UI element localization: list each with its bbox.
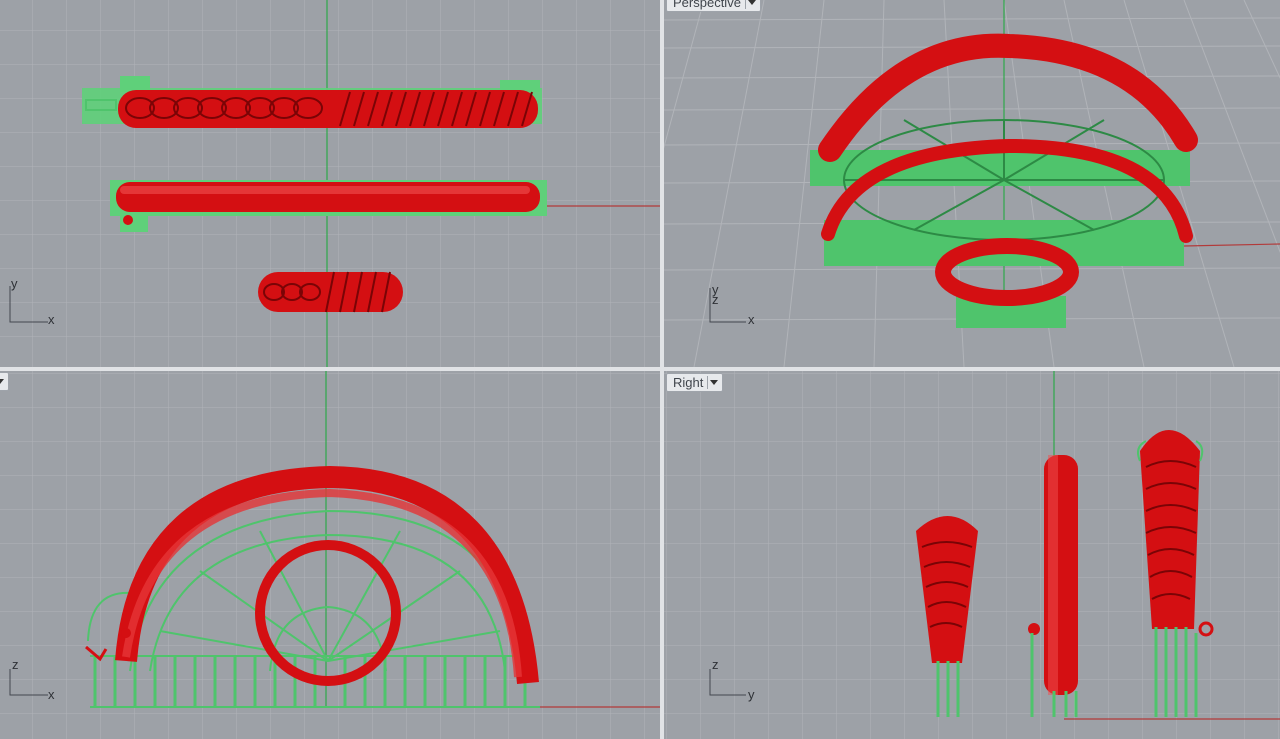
rhino-app-window: y x Perspective y z x z x Right z y bbox=[0, 0, 1280, 739]
viewport-perspective-label-text: Perspective bbox=[673, 0, 741, 10]
ring-top-view bbox=[258, 271, 403, 313]
axis-label-z: z bbox=[712, 292, 719, 307]
viewport-top[interactable]: y x bbox=[0, 0, 660, 367]
axis-label-z: z bbox=[712, 657, 719, 672]
axis-label-y: y bbox=[748, 687, 755, 702]
axis-label-x: x bbox=[48, 687, 55, 702]
viewport-splitter-vertical[interactable] bbox=[660, 0, 664, 739]
axis-label-z: z bbox=[12, 657, 19, 672]
viewport-splitter-horizontal[interactable] bbox=[0, 367, 1280, 371]
viewport-perspective[interactable]: Perspective y z x bbox=[664, 0, 1280, 367]
axis-label-x: x bbox=[48, 312, 55, 327]
chevron-down-icon[interactable] bbox=[744, 0, 757, 9]
viewport-perspective-label[interactable]: Perspective bbox=[666, 0, 761, 12]
viewport-front-label[interactable]: ght bbox=[0, 372, 10, 391]
viewport-right[interactable]: Right z y bbox=[664, 371, 1280, 739]
chevron-down-icon[interactable] bbox=[707, 376, 719, 389]
viewport-right-label[interactable]: Right bbox=[666, 373, 724, 392]
top-grid bbox=[0, 0, 660, 367]
axis-widget-right: z y bbox=[708, 657, 768, 703]
axis-widget-perspective: y z x bbox=[708, 282, 768, 328]
axis-widget-front: z x bbox=[8, 657, 68, 703]
axis-widget-top: y x bbox=[8, 276, 68, 327]
chevron-down-icon[interactable] bbox=[0, 375, 5, 388]
viewport-front[interactable]: ght z x bbox=[0, 371, 660, 739]
axis-label-x: x bbox=[748, 312, 755, 327]
front-grid bbox=[0, 371, 660, 739]
axis-label-y: y bbox=[11, 276, 18, 291]
viewport-right-label-text: Right bbox=[673, 375, 704, 390]
